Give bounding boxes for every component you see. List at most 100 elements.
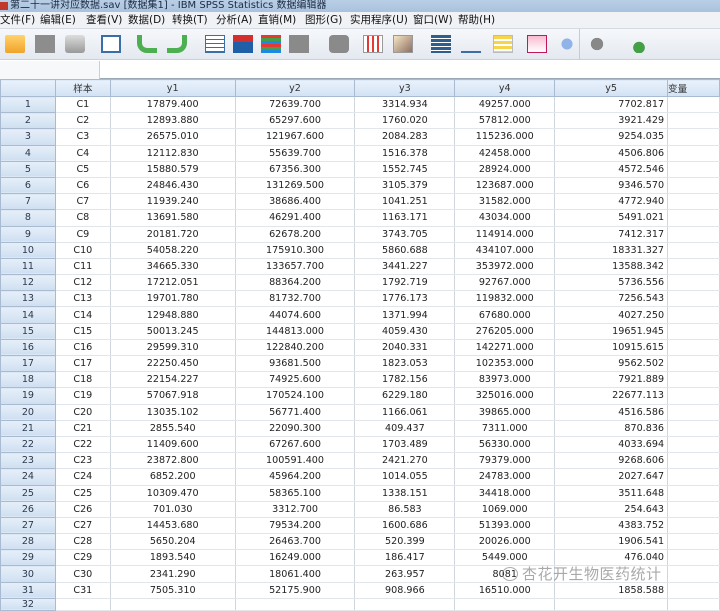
insert-cases-button[interactable] (360, 32, 386, 56)
menu-item-4[interactable]: 转换(T) (172, 12, 208, 29)
cell-s[interactable]: C23 (55, 452, 111, 470)
cell-s[interactable]: C28 (55, 533, 111, 551)
cell-y3[interactable]: 1371.994 (354, 306, 456, 324)
show-all-variables-button[interactable] (584, 32, 610, 56)
cell-y4[interactable]: 1069.000 (454, 501, 556, 518)
cell-y3[interactable]: 409.437 (354, 420, 456, 437)
cell-y1[interactable]: 19701.780 (110, 290, 236, 308)
cell-empty-variable[interactable] (667, 193, 720, 211)
cell-y3[interactable]: 908.966 (354, 582, 456, 599)
row-header[interactable]: 15 (0, 322, 56, 340)
cell-empty-variable[interactable] (667, 387, 720, 405)
variables-button[interactable] (258, 32, 284, 56)
menu-item-8[interactable]: 实用程序(U) (350, 12, 408, 29)
cell-y3[interactable]: 3743.705 (354, 226, 456, 243)
cell-y1[interactable]: 14453.680 (110, 517, 236, 535)
cell-empty-variable[interactable] (667, 274, 720, 292)
cell-y1[interactable]: 5650.204 (110, 533, 236, 551)
cell-y1[interactable] (110, 598, 236, 611)
cell-s[interactable]: C26 (55, 501, 111, 518)
cell-y5[interactable]: 18331.327 (554, 242, 669, 259)
cell-y4[interactable]: 67680.000 (454, 306, 556, 324)
row-header[interactable]: 18 (0, 371, 56, 389)
cell-y1[interactable]: 34665.330 (110, 258, 236, 276)
cell-y3[interactable]: 1600.686 (354, 517, 456, 535)
cell-empty-variable[interactable] (667, 290, 720, 308)
cell-y5[interactable]: 5736.556 (554, 274, 669, 292)
cell-y4[interactable]: 114914.000 (454, 226, 556, 243)
cell-y2[interactable]: 58365.100 (235, 485, 356, 502)
row-header[interactable]: 31 (0, 581, 56, 599)
cell-y5[interactable] (554, 598, 669, 611)
row-header[interactable]: 16 (0, 338, 56, 357)
cell-y1[interactable]: 17212.051 (110, 274, 236, 292)
cell-empty-variable[interactable] (667, 128, 720, 146)
cell-empty-variable[interactable] (667, 161, 720, 178)
cell-s[interactable]: C13 (55, 290, 111, 308)
cell-y3[interactable]: 1760.020 (354, 112, 456, 130)
cell-empty-variable[interactable] (667, 517, 720, 535)
cell-y5[interactable]: 9254.035 (554, 128, 669, 146)
row-header[interactable]: 14 (0, 306, 56, 324)
cell-y5[interactable]: 7921.889 (554, 371, 669, 389)
cell-y4[interactable]: 7311.000 (454, 420, 556, 437)
cell-y3[interactable]: 520.399 (354, 533, 456, 551)
select-cases-button[interactable] (490, 32, 516, 56)
cell-y1[interactable]: 2855.540 (110, 420, 236, 437)
cell-y5[interactable]: 870.836 (554, 420, 669, 437)
cell-empty-variable[interactable] (667, 112, 720, 130)
cell-y5[interactable]: 4516.586 (554, 404, 669, 421)
cell-empty-variable[interactable] (667, 209, 720, 227)
cell-y4[interactable]: 92767.000 (454, 274, 556, 292)
dialog-recall-button[interactable] (98, 32, 124, 56)
cell-y2[interactable]: 170524.100 (235, 387, 356, 405)
split-file-button[interactable] (428, 32, 454, 56)
cell-empty-variable[interactable] (667, 96, 720, 114)
cell-y3[interactable]: 1338.151 (354, 485, 456, 502)
cell-y1[interactable]: 29599.310 (110, 339, 236, 357)
cell-s[interactable]: C9 (55, 226, 111, 243)
row-header[interactable]: 5 (0, 160, 56, 178)
cell-y5[interactable]: 4383.752 (554, 517, 669, 535)
cell-empty-variable[interactable] (667, 565, 720, 583)
cell-y5[interactable]: 4772.940 (554, 193, 669, 211)
cell-y5[interactable]: 22677.113 (554, 387, 669, 405)
cell-y1[interactable]: 12893.880 (110, 112, 236, 130)
cell-y4[interactable]: 49257.000 (454, 96, 556, 114)
cell-y2[interactable]: 26463.700 (235, 533, 356, 551)
cell-y5[interactable]: 7412.317 (554, 226, 669, 243)
insert-variable-button[interactable] (390, 32, 416, 56)
cell-y5[interactable]: 5491.021 (554, 209, 669, 227)
undo-button[interactable] (134, 32, 160, 56)
menu-item-0[interactable]: 文件(F) (0, 12, 35, 29)
cell-y1[interactable]: 24846.430 (110, 177, 236, 195)
cell-y3[interactable]: 2040.331 (354, 339, 456, 357)
cell-y2[interactable]: 65297.600 (235, 112, 356, 130)
row-header[interactable]: 11 (0, 257, 56, 276)
cell-y5[interactable]: 4027.250 (554, 306, 669, 324)
cell-y3[interactable]: 1823.053 (354, 355, 456, 373)
cell-y1[interactable]: 22250.450 (110, 355, 236, 373)
cell-s[interactable]: C11 (55, 258, 111, 276)
cell-empty-variable[interactable] (667, 355, 720, 373)
cell-y2[interactable]: 16249.000 (235, 549, 356, 567)
cell-y1[interactable]: 17879.400 (110, 96, 236, 114)
cell-y5[interactable]: 9268.606 (554, 452, 669, 470)
row-header[interactable]: 13 (0, 290, 56, 308)
cell-y4[interactable]: 119832.000 (454, 290, 556, 308)
cell-y3[interactable]: 2084.283 (354, 128, 456, 146)
cell-y3[interactable]: 1703.489 (354, 436, 456, 454)
cell-y2[interactable]: 46291.400 (235, 209, 356, 227)
cell-s[interactable]: C3 (55, 128, 111, 146)
cell-empty-variable[interactable] (667, 436, 720, 454)
cell-y4[interactable]: 115236.000 (454, 128, 556, 146)
row-header[interactable]: 30 (0, 565, 56, 583)
cell-y3[interactable]: 3105.379 (354, 177, 456, 195)
cell-y5[interactable]: 7702.817 (554, 96, 669, 114)
cell-y2[interactable]: 100591.400 (235, 452, 356, 470)
column-header-y1[interactable]: y1 (109, 79, 236, 97)
cell-y2[interactable]: 133657.700 (235, 258, 356, 276)
cell-y1[interactable]: 12948.880 (110, 306, 236, 324)
cell-y2[interactable]: 88364.200 (235, 274, 356, 292)
cell-y5[interactable]: 254.643 (554, 501, 669, 518)
